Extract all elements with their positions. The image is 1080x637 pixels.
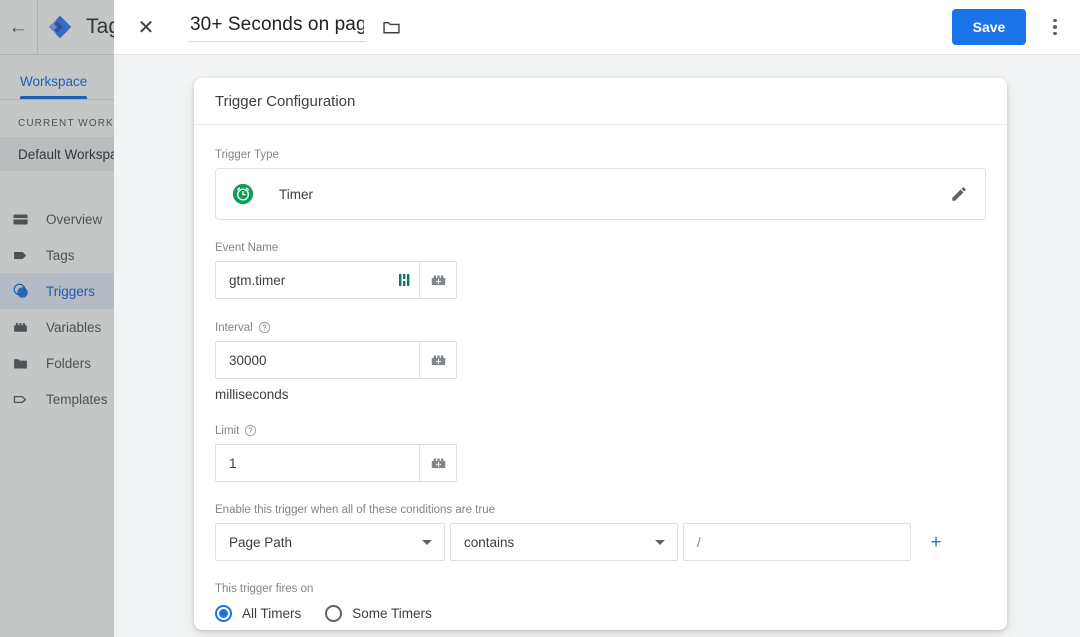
workspace-variable-icon — [399, 261, 411, 299]
interval-label-text: Interval — [215, 322, 253, 334]
pencil-icon[interactable] — [947, 182, 971, 206]
radio-label: Some Timers — [352, 606, 432, 621]
variable-picker-icon[interactable] — [419, 444, 457, 482]
interval-input[interactable] — [215, 341, 419, 379]
limit-section: Limit — [215, 424, 986, 482]
event-name-input-box — [215, 261, 419, 299]
radio-all-timers[interactable]: All Timers — [215, 605, 301, 622]
trigger-configuration-card: Trigger Configuration Trigger Type Timer — [194, 78, 1007, 630]
fires-on-radio-group: All Timers Some Timers — [215, 605, 986, 622]
fires-on-label-text: This trigger fires on — [215, 583, 313, 595]
card-content: Trigger Type Timer — [194, 125, 1007, 622]
event-name-input[interactable] — [215, 261, 419, 299]
condition-variable-select[interactable]: Page Path — [215, 523, 445, 561]
event-name-label-text: Event Name — [215, 242, 278, 254]
timer-icon — [232, 183, 254, 205]
variable-picker-icon[interactable] — [419, 261, 457, 299]
radio-some-timers[interactable]: Some Timers — [325, 605, 432, 622]
condition-variable-value: Page Path — [229, 535, 292, 550]
condition-operator-value: contains — [464, 535, 514, 550]
folder-icon[interactable] — [378, 14, 404, 40]
save-button[interactable]: Save — [952, 9, 1026, 45]
trigger-type-label-text: Trigger Type — [215, 149, 279, 161]
trigger-type-box[interactable]: Timer — [215, 168, 986, 220]
radio-dot — [219, 609, 228, 618]
radio-label: All Timers — [242, 606, 301, 621]
modal-scrim[interactable] — [0, 0, 114, 637]
fires-on-label: This trigger fires on — [215, 583, 986, 595]
interval-row — [215, 341, 986, 379]
title-area — [188, 12, 404, 42]
event-name-section: Event Name — [215, 242, 986, 299]
modal-topbar: ✕ Save — [114, 0, 1080, 55]
help-icon[interactable] — [258, 321, 271, 334]
limit-label-text: Limit — [215, 425, 239, 437]
condition-row: Page Path contains + — [215, 523, 986, 561]
radio-unselected-icon — [325, 605, 342, 622]
close-icon[interactable]: ✕ — [126, 7, 166, 47]
help-icon[interactable] — [244, 424, 257, 437]
trigger-type-label: Trigger Type — [215, 149, 986, 161]
fires-on-section: This trigger fires on All Timers Some Ti… — [215, 583, 986, 622]
conditions-section: Enable this trigger when all of these co… — [215, 504, 986, 561]
radio-selected-icon — [215, 605, 232, 622]
trigger-type-name: Timer — [279, 187, 947, 202]
screen: ← Tag Workspace CURRENT WORKSPACE Defaul… — [0, 0, 1080, 637]
interval-unit: milliseconds — [215, 387, 986, 402]
kebab-menu-icon[interactable] — [1040, 5, 1070, 49]
add-condition-button[interactable]: + — [927, 533, 945, 552]
card-title: Trigger Configuration — [194, 78, 1007, 125]
interval-input-box — [215, 341, 419, 379]
condition-value-input[interactable] — [683, 523, 911, 561]
conditions-label: Enable this trigger when all of these co… — [215, 504, 986, 516]
trigger-title-input[interactable] — [188, 12, 366, 42]
conditions-label-text: Enable this trigger when all of these co… — [215, 504, 495, 516]
variable-picker-icon[interactable] — [419, 341, 457, 379]
limit-row — [215, 444, 986, 482]
limit-input[interactable] — [215, 444, 419, 482]
limit-label: Limit — [215, 424, 986, 437]
interval-section: Interval — [215, 321, 986, 402]
limit-input-box — [215, 444, 419, 482]
condition-operator-select[interactable]: contains — [450, 523, 678, 561]
chevron-down-icon — [655, 540, 665, 545]
chevron-down-icon — [422, 540, 432, 545]
event-name-row — [215, 261, 986, 299]
event-name-label: Event Name — [215, 242, 986, 254]
interval-label: Interval — [215, 321, 986, 334]
